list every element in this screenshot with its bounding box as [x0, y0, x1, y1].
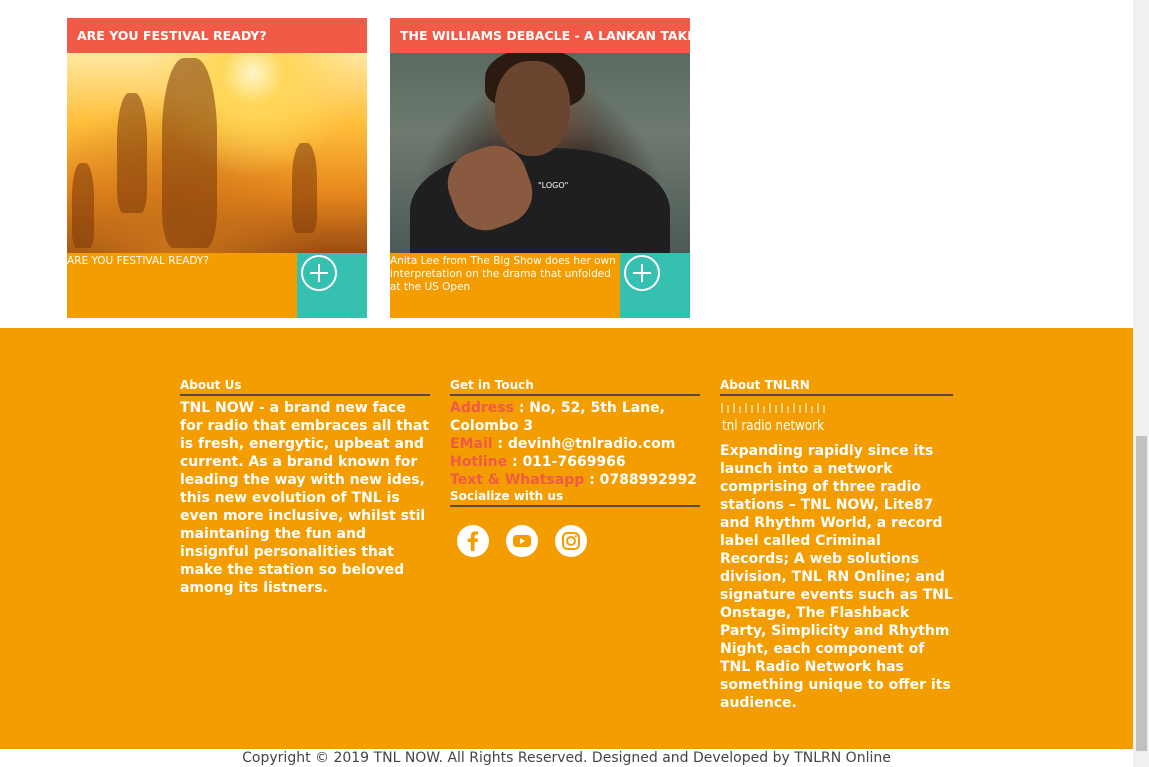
- network-text: Expanding rapidly since its launch into …: [720, 443, 953, 711]
- card-description: Anita Lee from The Big Show does her own…: [390, 253, 620, 318]
- card-title[interactable]: ARE YOU FESTIVAL READY?: [67, 18, 367, 53]
- logo-text: tnl radio network: [722, 418, 825, 434]
- tnl-radio-network-logo: tnl radio network: [720, 400, 830, 438]
- social-heading: Socialize with us: [450, 489, 700, 507]
- hotline-line: Hotline : 011-7669966: [450, 453, 700, 471]
- whatsapp-line: Text & Whatsapp : 0788992992: [450, 471, 700, 489]
- address-line: Address : No, 52, 5th Lane, Colombo 3: [450, 399, 700, 435]
- address-label: Address: [450, 400, 514, 416]
- expand-button[interactable]: [620, 253, 690, 318]
- hotline-value: : 011-7669966: [507, 454, 626, 470]
- hotline-label: Hotline: [450, 454, 508, 470]
- footer-contact: Get in Touch Address : No, 52, 5th Lane,…: [450, 378, 700, 557]
- card-image[interactable]: [67, 53, 367, 253]
- plus-icon: [624, 255, 660, 291]
- social-links: [457, 525, 700, 557]
- youtube-icon[interactable]: [506, 525, 538, 557]
- card-image[interactable]: "LOGO": [390, 53, 690, 253]
- footer-about: About Us TNL NOW - a brand new face for …: [180, 378, 430, 597]
- network-heading: About TNLRN: [720, 378, 953, 396]
- scrollbar-thumb[interactable]: [1136, 436, 1147, 751]
- copyright-text: Copyright © 2019 TNL NOW. All Rights Res…: [242, 750, 891, 766]
- footer: About Us TNL NOW - a brand new face for …: [0, 328, 1133, 749]
- card-williams[interactable]: THE WILLIAMS DEBACLE - A LANKAN TAKE "LO…: [390, 18, 690, 318]
- card-footer: ARE YOU FESTIVAL READY?: [67, 253, 367, 318]
- email-label: EMail: [450, 436, 493, 452]
- about-heading: About Us: [180, 378, 430, 396]
- about-text: TNL NOW - a brand new face for radio tha…: [180, 400, 429, 596]
- instagram-icon[interactable]: [555, 525, 587, 557]
- expand-button[interactable]: [297, 253, 367, 318]
- whatsapp-label: Text & Whatsapp: [450, 472, 585, 488]
- whatsapp-value: : 0788992992: [584, 472, 698, 488]
- email-value[interactable]: : devinh@tnlradio.com: [493, 436, 675, 452]
- facebook-icon[interactable]: [457, 525, 489, 557]
- copyright-bar: Copyright © 2019 TNL NOW. All Rights Res…: [0, 749, 1133, 767]
- scrollbar[interactable]: [1133, 0, 1149, 767]
- card-festival[interactable]: ARE YOU FESTIVAL READY? ARE YOU FESTIVAL…: [67, 18, 367, 318]
- plus-icon: [301, 255, 337, 291]
- shirt-logo-text: "LOGO": [538, 181, 569, 190]
- contact-heading: Get in Touch: [450, 378, 700, 396]
- card-description: ARE YOU FESTIVAL READY?: [67, 253, 297, 318]
- card-title[interactable]: THE WILLIAMS DEBACLE - A LANKAN TAKE: [390, 18, 690, 53]
- cards-section: ARE YOU FESTIVAL READY? ARE YOU FESTIVAL…: [0, 0, 1133, 328]
- email-line: EMail : devinh@tnlradio.com: [450, 435, 700, 453]
- card-footer: Anita Lee from The Big Show does her own…: [390, 253, 690, 318]
- footer-network: About TNLRN tnl radio network Expanding …: [720, 378, 953, 712]
